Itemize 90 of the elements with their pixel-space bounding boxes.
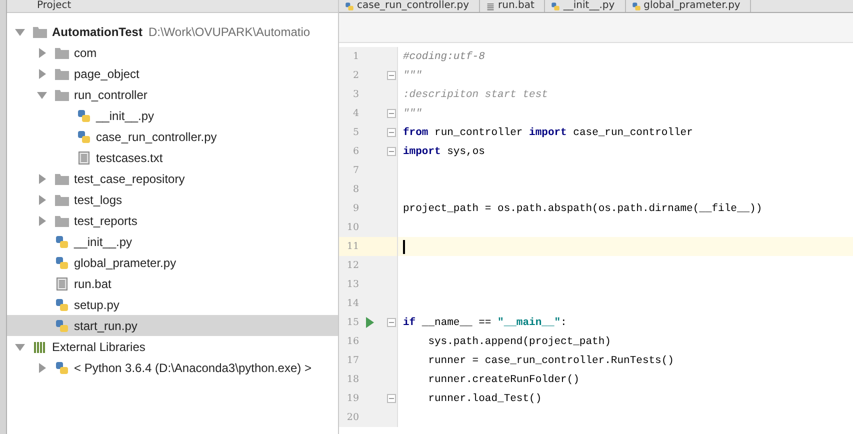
tree-item[interactable]: AutomationTest D:\Work\OVUPARK\Automatio — [7, 21, 338, 42]
fold-marker-icon[interactable] — [387, 128, 396, 137]
line-number: 13 — [346, 279, 359, 290]
collapsed-arrow-icon[interactable] — [37, 216, 47, 226]
tree-item[interactable]: run.bat — [7, 273, 338, 294]
tree-item[interactable]: page_object — [7, 63, 338, 84]
collapsed-arrow-icon[interactable] — [37, 68, 47, 78]
code-line: runner.createRunFolder() — [427, 374, 580, 386]
text-file-icon — [77, 150, 91, 164]
line-number: 19 — [346, 393, 359, 404]
fold-marker-icon[interactable] — [387, 109, 396, 118]
line-number: 6 — [352, 146, 359, 157]
tree-item[interactable]: External Libraries — [7, 336, 338, 357]
code-line: if __name__ == "__main__": — [402, 316, 567, 328]
panel-title: Project — [7, 0, 338, 13]
run-icon[interactable] — [366, 317, 374, 328]
folder-icon — [55, 192, 69, 206]
fold-marker-icon[interactable] — [387, 318, 396, 327]
line-number: 7 — [352, 165, 359, 176]
line-number: 12 — [346, 260, 359, 271]
python-file-icon — [55, 298, 69, 312]
folder-icon — [33, 24, 47, 38]
tree-item[interactable]: < Python 3.6.4 (D:\Anaconda3\python.exe) > — [7, 357, 338, 378]
python-file-icon — [55, 234, 69, 248]
folder-icon — [55, 46, 69, 60]
tree-item[interactable]: global_prameter.py — [7, 252, 338, 273]
code-line: sys.path.append(project_path) — [427, 336, 611, 348]
tree-item[interactable]: test_reports — [7, 210, 338, 231]
text-caret — [403, 240, 405, 254]
line-number: 17 — [346, 355, 359, 366]
tree-item[interactable]: com — [7, 42, 338, 63]
line-number: 11 — [346, 241, 359, 252]
folder-icon — [55, 66, 69, 80]
line-number: 18 — [346, 374, 359, 385]
tree-item[interactable]: run_controller — [7, 84, 338, 105]
libraries-icon — [33, 340, 47, 354]
line-number: 3 — [352, 89, 359, 100]
code-line: project_path = os.path.abspath(os.path.dirname(__file__)) — [402, 202, 762, 214]
fold-marker-icon[interactable] — [387, 147, 396, 156]
fold-marker-icon[interactable] — [387, 394, 396, 403]
line-number: 2 — [352, 70, 359, 81]
code-line: #coding:utf-8 — [402, 50, 485, 62]
tree-item[interactable]: __init__.py — [7, 105, 338, 126]
code-line: """ — [402, 108, 422, 120]
python-file-icon — [551, 2, 560, 10]
python-file-icon — [77, 130, 91, 144]
project-path: D:\Work\OVUPARK\Automatio — [148, 24, 310, 38]
tree-item[interactable]: test_case_repository — [7, 168, 338, 189]
collapsed-arrow-icon[interactable] — [37, 362, 47, 372]
tree-item[interactable]: __init__.py — [7, 231, 338, 252]
python-file-icon — [55, 360, 69, 374]
tree-item[interactable]: case_run_controller.py — [7, 126, 338, 147]
expanded-arrow-icon[interactable] — [15, 26, 25, 36]
tree-item[interactable]: setup.py — [7, 294, 338, 315]
python-file-icon — [345, 2, 354, 10]
python-file-icon — [55, 256, 69, 270]
expanded-arrow-icon[interactable] — [37, 90, 47, 100]
python-file-icon — [55, 318, 69, 332]
text-file-icon — [486, 2, 496, 10]
line-number: 1 — [352, 51, 359, 62]
code-line: runner.load_Test() — [427, 392, 542, 404]
editor-tab[interactable]: global_prameter.py — [626, 0, 752, 12]
collapsed-arrow-icon[interactable] — [37, 48, 47, 58]
code-line: :descripiton start test — [402, 88, 548, 100]
line-number: 15 — [346, 317, 359, 328]
code-line: import sys,os — [402, 146, 485, 158]
tree-item[interactable]: start_run.py — [7, 315, 338, 336]
python-file-icon — [632, 2, 641, 10]
folder-icon — [55, 172, 69, 186]
code-line: from run_controller import case_run_controller — [402, 126, 693, 138]
python-file-icon — [77, 108, 91, 122]
line-number: 16 — [346, 336, 359, 347]
line-number: 20 — [346, 412, 359, 423]
line-number: 8 — [352, 184, 359, 195]
code-line: """ — [402, 70, 422, 82]
line-number: 9 — [352, 203, 359, 214]
line-number: 14 — [346, 298, 359, 309]
line-number: 10 — [346, 222, 359, 233]
expanded-arrow-icon[interactable] — [15, 342, 25, 352]
code-line: runner = case_run_controller.RunTests() — [427, 354, 674, 366]
folder-icon — [55, 214, 69, 228]
text-file-icon — [55, 276, 69, 290]
collapsed-arrow-icon[interactable] — [37, 194, 47, 204]
line-number: 5 — [352, 127, 359, 138]
collapsed-arrow-icon[interactable] — [37, 174, 47, 184]
tree-item[interactable]: testcases.txt — [7, 147, 338, 168]
fold-marker-icon[interactable] — [387, 71, 396, 80]
folder-icon — [55, 88, 69, 102]
line-number: 4 — [352, 108, 359, 119]
tree-item[interactable]: test_logs — [7, 189, 338, 210]
